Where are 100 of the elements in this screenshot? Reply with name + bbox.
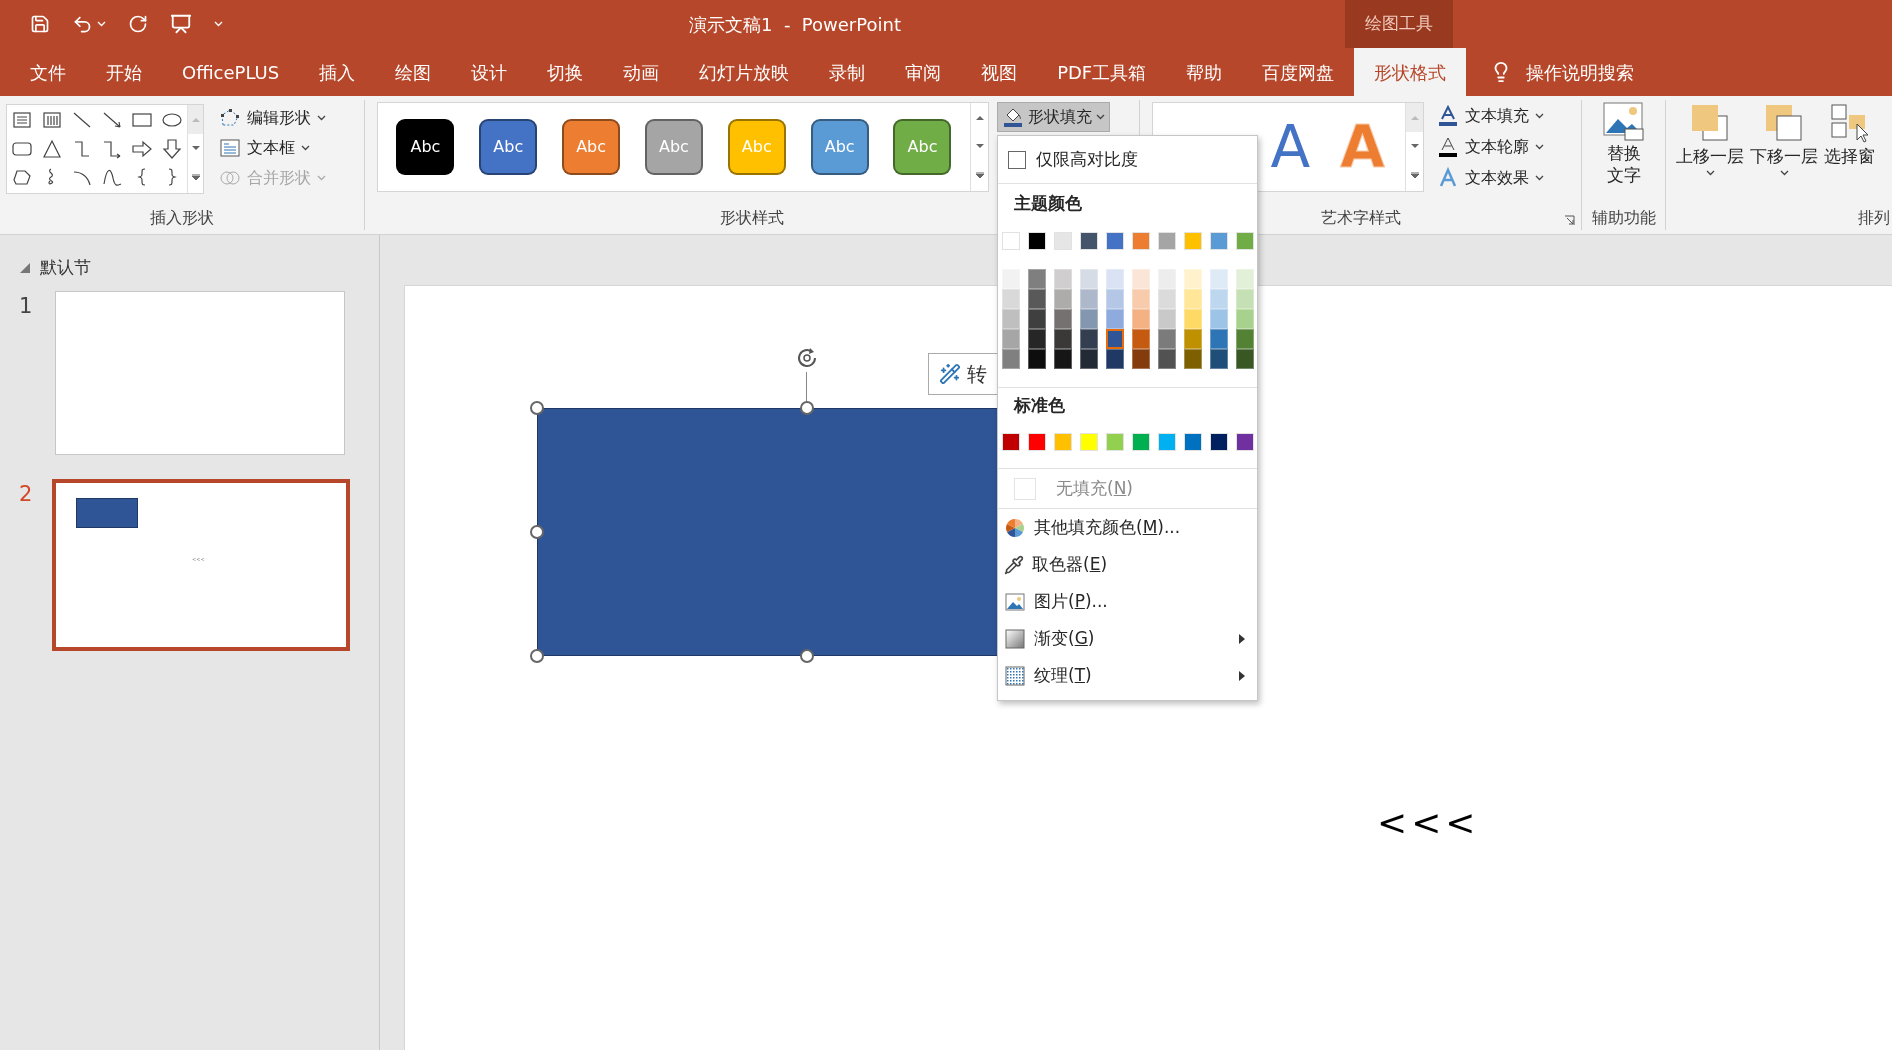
gradient-icon [1004, 627, 1026, 650]
caret-icon [97, 21, 106, 27]
alt-text-button[interactable]: 替换 文字 [1602, 100, 1645, 206]
caret-icon [317, 175, 326, 181]
thumbnail-rectangle [76, 497, 138, 528]
ribbon-tab[interactable]: 设计 [451, 48, 528, 96]
edit-points-icon [219, 107, 241, 129]
ribbon-tab[interactable]: 审阅 [885, 48, 962, 96]
bring-forward-icon [1689, 102, 1731, 144]
ribbon-command[interactable]: 文本填充 [1434, 102, 1547, 130]
ribbon-tab[interactable]: 切换 [527, 48, 604, 96]
dialog-launcher-icon[interactable] [1564, 215, 1575, 226]
ribbon-command[interactable]: 上移一层 [1676, 100, 1744, 206]
ribbon-tab[interactable]: 形状格式 [1354, 48, 1467, 96]
shape-fill-button[interactable]: 形状填充 [997, 102, 1110, 132]
resize-handle[interactable] [800, 401, 814, 415]
window-title: 演示文稿1 - PowerPoint [689, 12, 901, 37]
section-heading: 主题颜色 [1013, 191, 1083, 215]
ribbon-tab[interactable]: PDF工具箱 [1037, 48, 1167, 96]
text-outline-icon [1437, 136, 1459, 158]
ribbon-command[interactable]: 选择窗 [1824, 100, 1875, 206]
ribbon-tab[interactable]: 文件 [10, 48, 86, 96]
wordart-preset[interactable]: A [1340, 118, 1385, 176]
empty-swatch-icon [1014, 477, 1036, 500]
text-effects-icon [1437, 167, 1459, 189]
group-label: 辅助功能 [1591, 207, 1656, 229]
shape-style-preset[interactable]: Abc [810, 119, 869, 175]
picture-icon [1602, 102, 1645, 142]
redo-icon[interactable] [128, 14, 148, 34]
caret-icon [1705, 169, 1715, 176]
menu-item[interactable]: 渐变(G) [998, 620, 1257, 657]
caret-icon [1779, 169, 1789, 176]
ribbon-tab[interactable]: 幻灯片放映 [679, 48, 810, 96]
ribbon-tab[interactable]: 帮助 [1166, 48, 1243, 96]
context-tab-header: 绘图工具 [1345, 0, 1453, 48]
caret-icon [214, 21, 223, 27]
send-backward-icon [1763, 102, 1805, 144]
tell-me-search[interactable]: 操作说明搜索 [1526, 58, 1635, 86]
resize-handle[interactable] [530, 525, 544, 539]
resize-handle[interactable] [530, 649, 544, 663]
ribbon-tab[interactable]: 百度网盘 [1242, 48, 1355, 96]
magic-wand-icon [939, 363, 961, 385]
resize-handle[interactable] [800, 649, 814, 663]
caret-icon [1535, 113, 1544, 119]
eyedropper-icon [1004, 554, 1024, 575]
ribbon-tab[interactable]: 开始 [86, 48, 162, 96]
slide-number: 1 [18, 292, 34, 320]
submenu-arrow-icon [1239, 633, 1245, 644]
wordart-preset[interactable]: A [1270, 118, 1311, 176]
texture-icon [1004, 664, 1026, 687]
menu-item[interactable]: 纹理(T) [998, 657, 1257, 694]
ribbon-command[interactable]: 编辑形状 [216, 104, 329, 132]
textbox-icon[interactable] [11, 109, 33, 131]
shape-style-preset[interactable]: Abc [893, 119, 952, 175]
vertical-textbox-icon[interactable] [41, 109, 63, 131]
menu-item[interactable]: 其他填充颜色(M)... [998, 509, 1257, 546]
down-arrow-icon[interactable] [161, 137, 183, 160]
slide-text: <<< [1377, 801, 1480, 845]
group-label: 艺术字样式 [1320, 207, 1401, 229]
caret-icon [1096, 114, 1105, 120]
ribbon-command[interactable]: 文本框 [216, 134, 329, 162]
save-icon[interactable] [30, 14, 50, 34]
ribbon-command[interactable]: 文本效果 [1434, 164, 1547, 192]
ribbon-tab[interactable]: 插入 [299, 48, 376, 96]
group-label: 形状样式 [720, 207, 784, 229]
ribbon-tab[interactable]: 动画 [603, 48, 680, 96]
caret-icon [317, 115, 326, 121]
checkbox[interactable] [1008, 150, 1026, 169]
text-fill-icon [1437, 105, 1459, 127]
slide-thumbnail[interactable] [55, 290, 345, 455]
ribbon-tab[interactable]: 录制 [809, 48, 886, 96]
shape-style-preset[interactable]: Abc [562, 119, 621, 175]
caret-icon [301, 145, 310, 151]
menu-item[interactable]: 图片(P)... [998, 583, 1257, 620]
presenter-icon[interactable] [170, 13, 192, 35]
collapse-triangle-icon[interactable] [20, 262, 30, 273]
slide-number: 2 [18, 480, 34, 508]
group-label: 排列 [1858, 207, 1890, 229]
color-wheel-icon [1004, 516, 1026, 539]
shape-style-preset[interactable]: Abc [479, 119, 538, 175]
ribbon-tab[interactable]: OfficePLUS [162, 48, 300, 96]
group-label: 插入形状 [150, 207, 214, 229]
submenu-arrow-icon [1239, 670, 1245, 681]
ribbon-command[interactable]: 下移一层 [1750, 100, 1818, 206]
ribbon-tab[interactable]: 绘图 [375, 48, 452, 96]
resize-handle[interactable] [530, 401, 544, 415]
textbox-icon [219, 137, 241, 159]
ribbon-command[interactable]: 文本轮廓 [1434, 133, 1547, 161]
ribbon-tab[interactable]: 视图 [961, 48, 1038, 96]
high-contrast-checkbox[interactable]: 仅限高对比度 [998, 136, 1257, 184]
caret-icon [1535, 175, 1544, 181]
caret-icon [1535, 144, 1544, 150]
selection-pane-icon [1828, 102, 1871, 144]
color-swatch[interactable] [1106, 329, 1124, 349]
section-heading: 标准色 [1012, 393, 1066, 417]
shape-style-preset[interactable]: Abc [396, 119, 455, 175]
menu-item[interactable]: 取色器(E) [998, 546, 1257, 583]
section-name[interactable]: 默认节 [40, 255, 91, 281]
paint-bucket-icon [1002, 106, 1024, 128]
picture-icon [1004, 590, 1026, 613]
